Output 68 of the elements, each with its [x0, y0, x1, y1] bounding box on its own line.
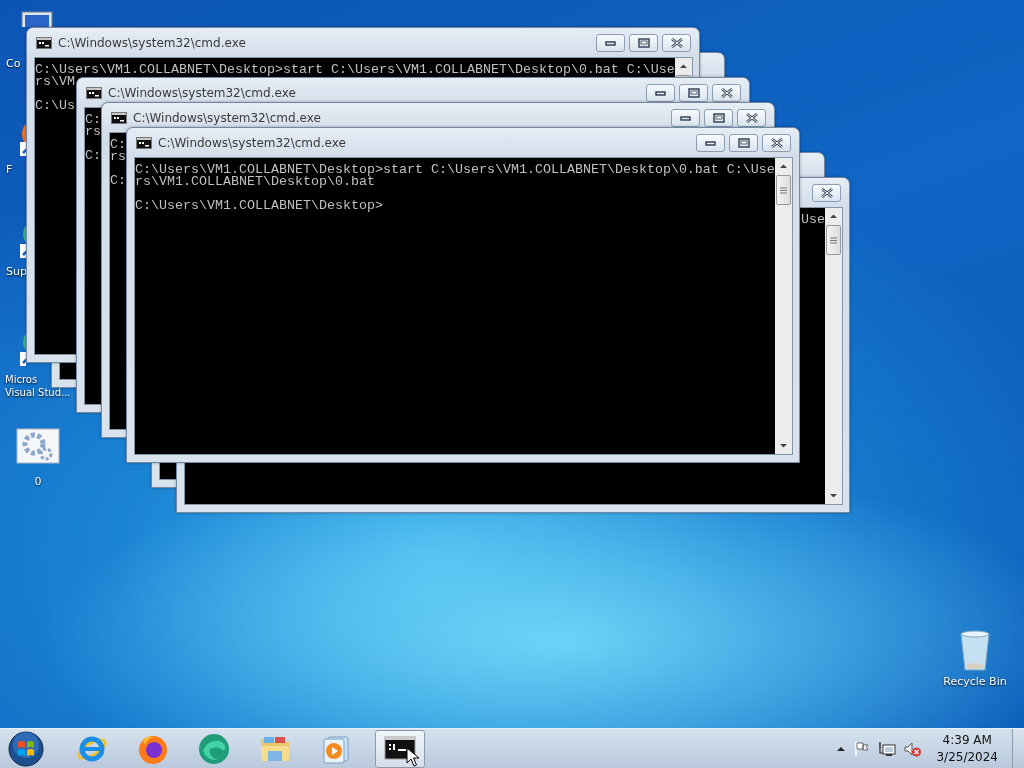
flag-icon[interactable]	[854, 740, 871, 757]
scrollbar-thumb[interactable]	[776, 175, 791, 205]
maximize-button[interactable]	[704, 108, 733, 127]
icon-label: Micros	[5, 374, 38, 385]
clock-date: 3/25/2024	[936, 748, 998, 766]
grip-icon	[830, 236, 837, 244]
close-button[interactable]	[712, 83, 741, 102]
console-text: rs	[85, 124, 101, 139]
minimize-icon	[652, 88, 669, 97]
window-title: C:\Windows\system32\cmd.exe	[108, 85, 296, 100]
icon-label: Recycle Bin	[943, 675, 1007, 688]
console-text: Use	[801, 212, 825, 227]
scrollbar-thumb[interactable]	[826, 225, 841, 255]
icon-label: Visual Stud...	[5, 387, 71, 398]
console-text: C:	[110, 137, 126, 152]
close-icon	[769, 137, 784, 148]
maximize-button[interactable]	[729, 133, 758, 152]
taskbar-button[interactable]	[375, 729, 425, 768]
icon-label: Co	[6, 57, 21, 70]
console-text: C:\Users\VM1.COLLABNET\Desktop>	[135, 198, 383, 213]
clock[interactable]: 4:39 AM 3/25/2024	[930, 731, 1004, 766]
close-button[interactable]	[662, 33, 691, 52]
minimize-icon	[602, 38, 619, 47]
clock-time: 4:39 AM	[942, 731, 992, 749]
console-text: C:	[85, 112, 101, 127]
show-hidden-icons-button[interactable]	[836, 744, 847, 753]
close-button[interactable]	[737, 108, 766, 127]
console-text: C:	[85, 148, 101, 163]
console-text: C:	[110, 173, 126, 188]
minimize-button[interactable]	[671, 108, 700, 127]
maximize-button[interactable]	[679, 83, 708, 102]
minimize-button[interactable]	[696, 133, 725, 152]
wave-browser-icon	[198, 732, 230, 765]
close-button[interactable]	[812, 183, 841, 202]
window-title: C:\Windows\system32\cmd.exe	[58, 35, 246, 50]
speaker-muted-icon[interactable]	[904, 740, 923, 757]
icon-label: Sup	[6, 265, 27, 278]
maximize-icon	[686, 87, 701, 98]
cmd-icon	[36, 36, 52, 49]
mouse-pointer-icon	[406, 746, 419, 767]
cmd-icon	[136, 136, 152, 149]
close-icon	[819, 187, 834, 198]
window-title: C:\Windows\system32\cmd.exe	[158, 135, 346, 150]
close-button[interactable]	[762, 133, 791, 152]
minimize-icon	[702, 138, 719, 147]
console-text: C:\Us	[35, 98, 75, 113]
maximize-icon	[711, 112, 726, 123]
window-title: C:\Windows\system32\cmd.exe	[133, 110, 321, 125]
minimize-icon	[677, 113, 694, 122]
windows-logo-icon	[8, 730, 44, 767]
minimize-button[interactable]	[646, 83, 675, 102]
maximize-icon	[636, 37, 651, 48]
cmd-icon	[86, 86, 102, 99]
console-text: C:\Users\VM1.COLLABNET\Desktop>start C:\Users\VM1.COLLABNET\Desktop\0.bat C:\Use	[135, 162, 775, 177]
minimize-button[interactable]	[596, 33, 625, 52]
network-icon[interactable]	[878, 740, 897, 757]
console-text: rs\VM	[35, 74, 75, 89]
grip-icon	[780, 186, 787, 194]
close-icon	[719, 87, 734, 98]
console-text: C:\Users\VM1.COLLABNET\Desktop>start C:\Users\VM1.COLLABNET\Desktop\0.bat C:\Use	[35, 62, 675, 77]
icon-label: F	[6, 163, 13, 176]
close-icon	[744, 112, 759, 123]
cmd-icon	[111, 111, 127, 124]
maximize-button[interactable]	[629, 33, 658, 52]
console-text: rs	[110, 149, 126, 164]
maximize-icon	[736, 137, 751, 148]
close-icon	[669, 37, 684, 48]
icon-label: 0	[34, 475, 42, 488]
